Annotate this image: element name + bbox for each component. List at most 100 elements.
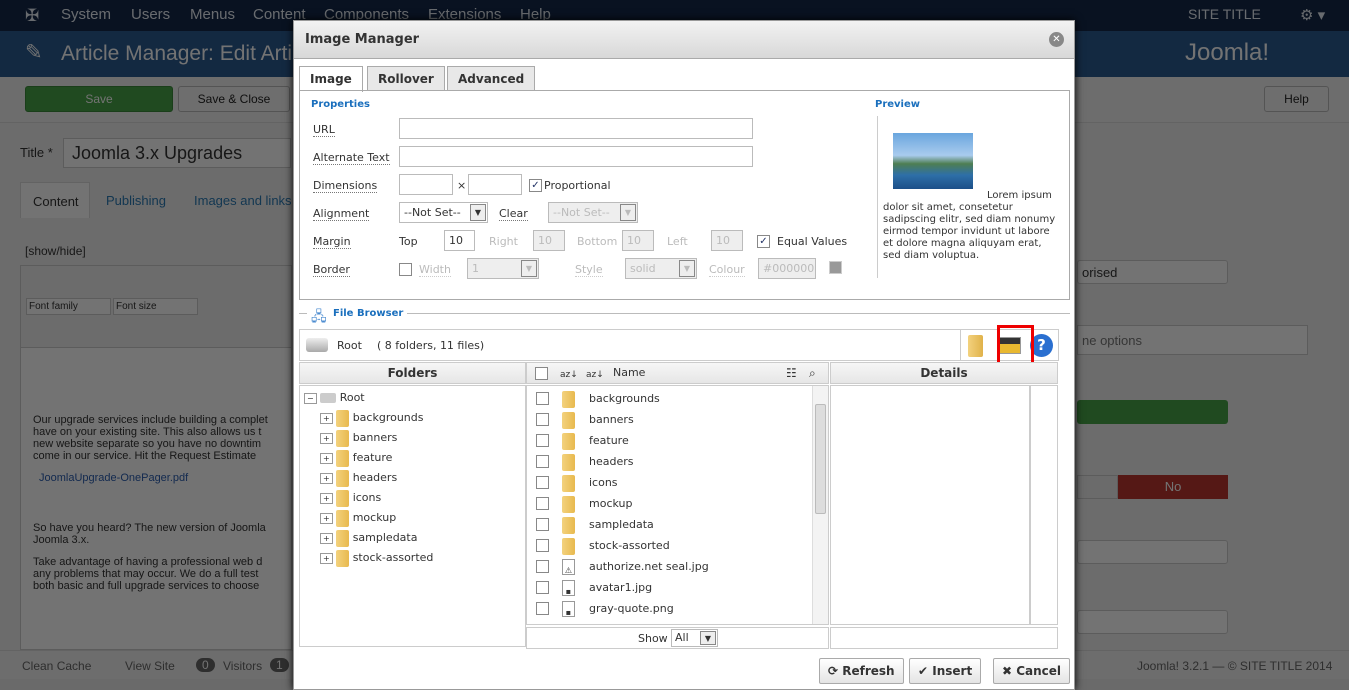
title-input[interactable]: Joomla 3.x Upgrades bbox=[63, 138, 291, 168]
file-checkbox[interactable] bbox=[536, 602, 549, 615]
toggle-yes[interactable] bbox=[1077, 475, 1118, 499]
height-input[interactable] bbox=[468, 174, 522, 195]
select-field[interactable] bbox=[1077, 610, 1228, 634]
clean-cache-link[interactable]: Clean Cache bbox=[22, 659, 91, 673]
save-button[interactable]: Save bbox=[25, 86, 173, 112]
file-checkbox[interactable] bbox=[536, 518, 549, 531]
expand-icon[interactable]: + bbox=[320, 553, 333, 564]
expand-icon[interactable]: + bbox=[320, 533, 333, 544]
proportional-checkbox[interactable]: ✓ bbox=[529, 179, 542, 192]
file-row[interactable]: mockup bbox=[527, 493, 828, 514]
tree-root[interactable]: − Root bbox=[300, 387, 525, 408]
file-checkbox[interactable] bbox=[536, 392, 549, 405]
expand-icon[interactable]: + bbox=[320, 493, 333, 504]
file-row[interactable]: ⚠ authorize.net seal.jpg bbox=[527, 556, 828, 577]
file-checkbox[interactable] bbox=[536, 539, 549, 552]
tab-content[interactable]: Content bbox=[20, 182, 90, 218]
border-width-select[interactable]: 1 ▼ bbox=[467, 258, 539, 279]
select-all-checkbox[interactable] bbox=[535, 367, 548, 380]
colour-picker-icon[interactable] bbox=[829, 261, 842, 274]
clear-select[interactable]: --Not Set-- ▼ bbox=[548, 202, 638, 223]
access-select[interactable]: orised bbox=[1077, 260, 1228, 284]
alignment-select[interactable]: --Not Set-- ▼ bbox=[399, 202, 488, 223]
gear-icon[interactable]: ⚙ ▾ bbox=[1300, 6, 1325, 24]
border-style-select[interactable]: solid ▼ bbox=[625, 258, 697, 279]
name-header[interactable]: az↓ az↓ Name ☷ ⌕ bbox=[526, 362, 829, 384]
font-size-select[interactable]: Font size bbox=[113, 298, 198, 315]
file-row[interactable]: headers bbox=[527, 451, 828, 472]
file-row[interactable]: feature bbox=[527, 430, 828, 451]
file-row[interactable]: icons bbox=[527, 472, 828, 493]
sort-icon[interactable]: az↓ bbox=[586, 365, 604, 385]
editor-area[interactable]: Font family Font size Our upgrade servic… bbox=[20, 265, 292, 650]
tab-rollover[interactable]: Rollover bbox=[367, 66, 445, 91]
toggle-no[interactable]: No bbox=[1118, 475, 1228, 499]
file-checkbox[interactable] bbox=[536, 581, 549, 594]
file-checkbox[interactable] bbox=[536, 455, 549, 468]
file-list[interactable]: backgrounds banners feature headers icons moc… bbox=[526, 385, 829, 625]
scrollbar-thumb[interactable] bbox=[815, 404, 826, 514]
file-row[interactable]: backgrounds bbox=[527, 388, 828, 409]
pdf-link[interactable]: JoomlaUpgrade-OnePager.pdf bbox=[39, 472, 268, 484]
show-select[interactable]: All ▼ bbox=[671, 629, 718, 647]
cancel-button[interactable]: ✖ Cancel bbox=[993, 658, 1071, 684]
width-input[interactable] bbox=[399, 174, 453, 195]
status-select[interactable] bbox=[1077, 400, 1228, 424]
margin-bottom-input[interactable]: 10 bbox=[622, 230, 654, 251]
font-family-select[interactable]: Font family bbox=[26, 298, 111, 315]
border-checkbox[interactable] bbox=[399, 263, 412, 276]
site-title-link[interactable]: SITE TITLE bbox=[1188, 6, 1261, 22]
file-row[interactable]: ▪ gray-quote.png bbox=[527, 598, 828, 619]
border-colour-input[interactable]: #000000 bbox=[758, 258, 816, 279]
tab-image[interactable]: Image bbox=[299, 66, 363, 92]
tab-images-links[interactable]: Images and links bbox=[194, 193, 292, 208]
file-row[interactable]: banners bbox=[527, 409, 828, 430]
view-site-link[interactable]: View Site bbox=[125, 659, 175, 673]
file-checkbox[interactable] bbox=[536, 476, 549, 489]
expand-icon[interactable]: + bbox=[320, 433, 333, 444]
equal-values-checkbox[interactable]: ✓ bbox=[757, 235, 770, 248]
sort-icon[interactable]: az↓ bbox=[560, 365, 578, 385]
close-icon[interactable]: ✕ bbox=[1049, 32, 1064, 47]
details-view-icon[interactable]: ☷ bbox=[786, 363, 797, 383]
url-input[interactable] bbox=[399, 118, 753, 139]
tree-folder[interactable]: + banners bbox=[300, 427, 525, 448]
file-checkbox[interactable] bbox=[536, 434, 549, 447]
options-input[interactable]: ne options bbox=[1077, 325, 1308, 355]
search-icon[interactable]: ⌕ bbox=[809, 363, 816, 383]
tree-folder[interactable]: + mockup bbox=[300, 507, 525, 528]
joomla-menu-icon[interactable]: ✠ bbox=[25, 6, 39, 26]
help-button[interactable]: Help bbox=[1264, 86, 1329, 112]
tree-folder[interactable]: + icons bbox=[300, 487, 525, 508]
tab-advanced[interactable]: Advanced bbox=[447, 66, 536, 91]
select-field[interactable] bbox=[1077, 540, 1228, 564]
show-hide-toggle[interactable]: [show/hide] bbox=[25, 244, 86, 258]
file-checkbox[interactable] bbox=[536, 560, 549, 573]
expand-icon[interactable]: + bbox=[320, 513, 333, 524]
insert-button[interactable]: ✔ Insert bbox=[909, 658, 982, 684]
expand-icon[interactable]: + bbox=[320, 453, 333, 464]
alt-text-input[interactable] bbox=[399, 146, 753, 167]
tree-folder[interactable]: + backgrounds bbox=[300, 407, 525, 428]
nav-menus[interactable]: Menus bbox=[190, 6, 235, 23]
file-row[interactable]: sampledata bbox=[527, 514, 828, 535]
nav-system[interactable]: System bbox=[61, 6, 111, 23]
file-row[interactable]: ▪ avatar1.jpg bbox=[527, 577, 828, 598]
expand-icon[interactable]: + bbox=[320, 473, 333, 484]
margin-right-input[interactable]: 10 bbox=[533, 230, 565, 251]
file-row[interactable]: stock-assorted bbox=[527, 535, 828, 556]
refresh-button[interactable]: ⟳ Refresh bbox=[819, 658, 904, 684]
file-checkbox[interactable] bbox=[536, 497, 549, 510]
tree-folder[interactable]: + feature bbox=[300, 447, 525, 468]
scrollbar[interactable] bbox=[812, 386, 828, 624]
tab-publishing[interactable]: Publishing bbox=[106, 193, 166, 208]
save-close-button[interactable]: Save & Close bbox=[178, 86, 290, 112]
tree-folder[interactable]: + sampledata bbox=[300, 527, 525, 548]
expand-icon[interactable]: + bbox=[320, 413, 333, 424]
new-folder-icon[interactable] bbox=[968, 335, 983, 357]
tree-folder[interactable]: + headers bbox=[300, 467, 525, 488]
tree-folder[interactable]: + stock-assorted bbox=[300, 547, 525, 568]
margin-top-input[interactable]: 10 bbox=[444, 230, 475, 251]
file-checkbox[interactable] bbox=[536, 413, 549, 426]
nav-users[interactable]: Users bbox=[131, 6, 170, 23]
